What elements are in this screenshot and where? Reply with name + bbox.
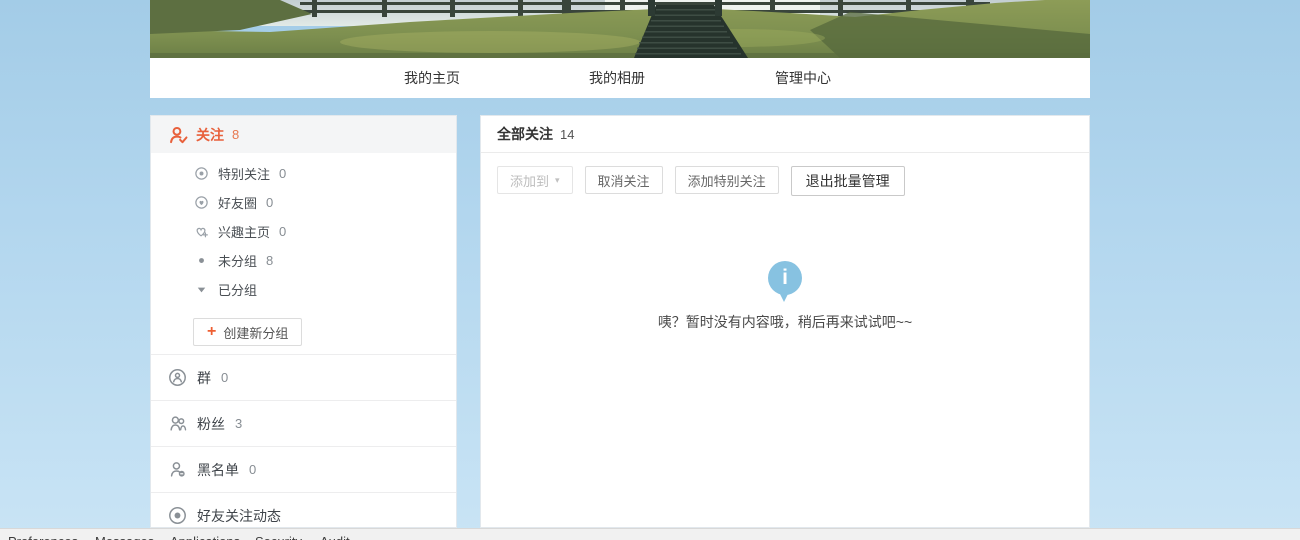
background-window-menubar: Preferences Messages Applications Securi… [0,528,1300,540]
exit-batch-management-button[interactable]: 退出批量管理 [791,166,905,196]
menu-item-preferences[interactable]: Preferences [8,534,78,540]
sidebar-item-friend-circle[interactable]: 好友圈 0 [151,188,456,217]
create-group-button[interactable]: + 创建新分组 [193,318,302,346]
sidebar-item-fans[interactable]: 粉丝 3 [151,400,456,446]
page-title-count: 14 [560,127,574,142]
item-count: 0 [221,370,228,385]
item-label: 未分组 [218,251,257,270]
item-count: 0 [279,166,286,181]
sidebar-item-groups[interactable]: 群 0 [151,354,456,400]
heart-plus-icon [194,224,209,239]
sidebar-item-grouped[interactable]: 已分组 [151,275,456,304]
sidebar-item-special-follow[interactable]: 特别关注 0 [151,159,456,188]
sidebar: 关注 8 特别关注 0 好友圈 0 兴趣主页 0 [150,115,457,528]
add-to-label: 添加到 [510,171,549,190]
item-label: 好友关注动态 [197,506,281,526]
dot-icon [194,253,209,268]
empty-state: i 咦？暂时没有内容哦，稍后再来试试吧~~ [481,261,1089,332]
tab-my-homepage[interactable]: 我的主页 [404,58,460,98]
page-title: 全部关注 [497,124,553,144]
create-group-label: 创建新分组 [223,323,288,342]
sidebar-item-blacklist[interactable]: 黑名单 0 [151,446,456,492]
sidebar-item-interest-pages[interactable]: 兴趣主页 0 [151,217,456,246]
item-label: 特别关注 [218,164,270,183]
menu-item-audit[interactable]: Audit [320,534,350,540]
tab-my-albums[interactable]: 我的相册 [589,58,645,98]
heart-circle-icon [194,195,209,210]
empty-state-message: 咦？暂时没有内容哦，稍后再来试试吧~~ [481,312,1089,332]
tab-management-center[interactable]: 管理中心 [775,58,831,98]
top-navbar: 我的主页 我的相册 管理中心 [150,58,1090,98]
item-label: 兴趣主页 [218,222,270,241]
unfollow-label: 取消关注 [598,171,650,190]
person-check-icon [168,125,188,145]
add-special-follow-label: 添加特别关注 [688,171,766,190]
main-header: 全部关注 14 [481,116,1089,153]
item-count: 0 [249,462,256,477]
exit-batch-management-label: 退出批量管理 [806,171,890,191]
person-block-icon [168,460,187,479]
follow-sub-list: 特别关注 0 好友圈 0 兴趣主页 0 未分组 8 [151,153,456,304]
unfollow-button[interactable]: 取消关注 [585,166,663,194]
item-count: 8 [266,253,273,268]
item-label: 好友圈 [218,193,257,212]
sidebar-following-label: 关注 [196,125,224,145]
banner-photo [150,0,1090,58]
sidebar-sections: 群 0 粉丝 3 [151,354,456,538]
item-label: 粉丝 [197,414,225,434]
item-count: 3 [235,416,242,431]
item-label: 群 [197,368,211,388]
main-panel: 全部关注 14 添加到 ▾ 取消关注 添加特别关注 退出批量管理 i 咦？暂时没… [480,115,1090,528]
add-to-dropdown-button[interactable]: 添加到 ▾ [497,166,573,194]
sidebar-following-count: 8 [232,127,239,142]
info-bubble-icon: i [768,261,802,295]
sidebar-item-ungrouped[interactable]: 未分组 8 [151,246,456,275]
feed-icon [168,506,187,525]
caret-down-icon [194,282,209,297]
batch-toolbar: 添加到 ▾ 取消关注 添加特别关注 退出批量管理 [481,153,1089,196]
add-special-follow-button[interactable]: 添加特别关注 [675,166,779,194]
item-count: 0 [279,224,286,239]
item-label: 已分组 [218,280,257,299]
item-count: 0 [266,195,273,210]
sidebar-item-following[interactable]: 关注 8 [151,116,456,153]
item-label: 黑名单 [197,460,239,480]
fans-icon [168,414,187,433]
target-icon [194,166,209,181]
group-icon [168,368,187,387]
menu-item-security[interactable]: Security [255,534,302,540]
menu-item-applications[interactable]: Applications [170,534,240,540]
banner-art [150,0,1090,58]
caret-down-icon: ▾ [555,175,560,186]
menu-item-messages[interactable]: Messages [95,534,154,540]
plus-icon: + [207,324,216,340]
